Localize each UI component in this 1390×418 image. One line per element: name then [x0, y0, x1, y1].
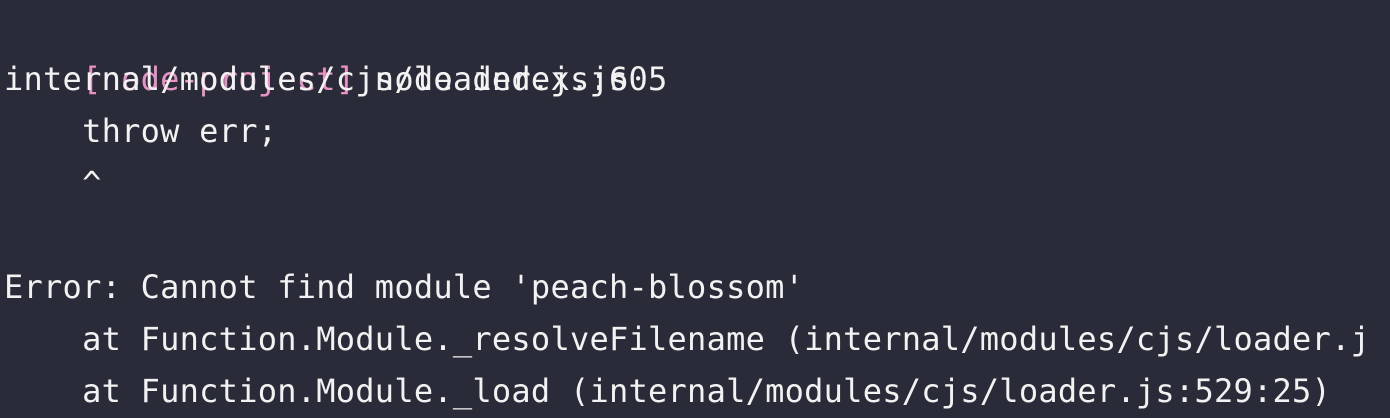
error-message-line: Error: Cannot find module 'peach-blossom…: [4, 268, 805, 306]
stack-trace-line: at Function.Module._resolveFilename (int…: [4, 320, 1371, 358]
error-location-line: internal/modules/cjs/loader.js:605: [4, 60, 668, 98]
throw-line: throw err;: [4, 112, 278, 150]
caret-line: ^: [4, 164, 102, 202]
prompt-line: [node-project] node index.js: [4, 1, 629, 98]
stack-trace-line: at Function.Module._load (internal/modul…: [4, 372, 1332, 410]
terminal-window[interactable]: [node-project] node index.js internal/mo…: [0, 0, 1390, 418]
